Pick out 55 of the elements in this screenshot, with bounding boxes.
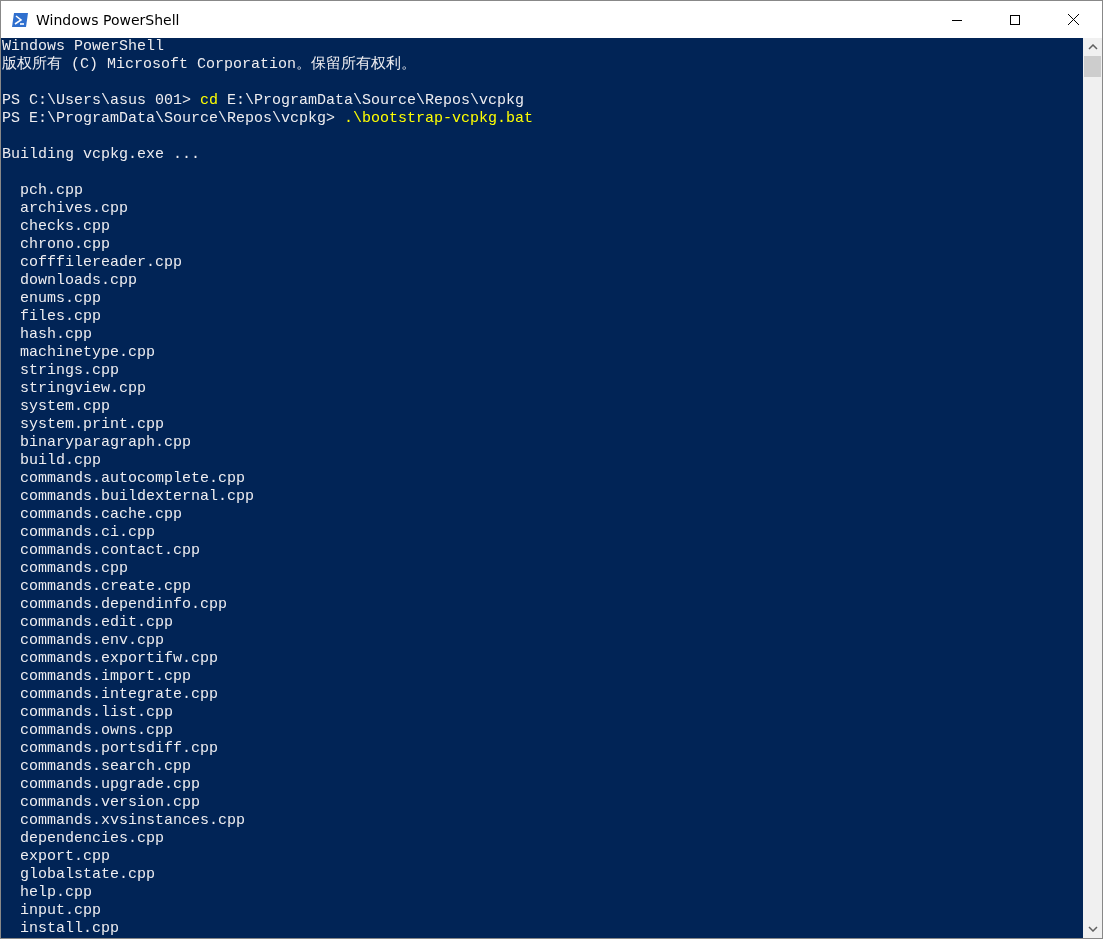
terminal-prompt-icon [11,11,29,28]
scroll-up-icon[interactable] [1087,44,1098,50]
terminal-line: commands.search.cpp [19,758,193,776]
terminal-line: commands.list.cpp [19,704,175,722]
terminal-line: commands.cache.cpp [19,506,184,524]
terminal-line: dependencies.cpp [19,830,166,848]
terminal-line: Building vcpkg.exe ... [2,146,202,164]
terminal-line: commands.buildexternal.cpp [19,488,256,506]
terminal-line: install.cpp [19,920,121,938]
terminal-line: system.print.cpp [19,416,166,434]
terminal-line: stringview.cpp [19,380,148,398]
window-title: Windows PowerShell [36,11,180,28]
scroll-down-icon[interactable] [1087,926,1098,932]
terminal-line: files.cpp [19,308,103,326]
terminal-line: downloads.cpp [19,272,139,290]
terminal-line: commands.version.cpp [19,794,202,812]
terminal-line: Windows PowerShell [2,38,166,56]
terminal-line: commands.env.cpp [19,632,166,650]
terminal-line: enums.cpp [19,290,103,308]
terminal-line: checks.cpp [19,218,112,236]
terminal-line: input.cpp [19,902,103,920]
terminal-line: hash.cpp [19,326,93,344]
terminal-line: cofffilereader.cpp [19,254,184,272]
terminal-line: commands.xvsinstances.cpp [19,812,247,830]
terminal-line: commands.exportifw.cpp [19,650,220,668]
terminal-line: 版权所有 (C) Microsoft Corporation。保留所有权利。 [2,56,418,74]
terminal-line: build.cpp [19,452,103,470]
terminal-line: commands.integrate.cpp [19,686,220,704]
terminal-line: commands.owns.cpp [19,722,175,740]
terminal-line: commands.import.cpp [19,668,193,686]
terminal-line: PS E:\ProgramData\Source\Repos\vcpkg> .\bootstrap-vcpkg.bat [2,110,535,128]
terminal-line: strings.cpp [19,362,121,380]
terminal-line: commands.portsdiff.cpp [19,740,220,758]
terminal-line: commands.upgrade.cpp [19,776,202,794]
terminal-line: pch.cpp [19,182,84,200]
terminal-line: commands.create.cpp [19,578,193,596]
terminal-line: help.cpp [19,884,93,902]
terminal-line: commands.ci.cpp [19,524,157,542]
terminal-line: export.cpp [19,848,112,866]
terminal-line: commands.edit.cpp [19,614,175,632]
scroll-thumb[interactable] [1084,56,1101,77]
terminal-line: binaryparagraph.cpp [19,434,193,452]
terminal-line: commands.cpp [19,560,130,578]
maximize-icon [1010,14,1020,25]
terminal-line: system.cpp [19,398,112,416]
close-icon [1067,14,1079,25]
terminal-line: machinetype.cpp [19,344,157,362]
terminal-line: commands.dependinfo.cpp [19,596,229,614]
terminal-line: chrono.cpp [19,236,112,254]
terminal-line: commands.autocomplete.cpp [19,470,247,488]
terminal-line: PS C:\Users\asus 001> cd E:\ProgramData\Source\Repos\vcpkg [2,92,526,110]
terminal-line: archives.cpp [19,200,130,218]
terminal-line: commands.contact.cpp [19,542,202,560]
terminal-line: globalstate.cpp [19,866,157,884]
scrollbar[interactable] [1083,38,1102,938]
